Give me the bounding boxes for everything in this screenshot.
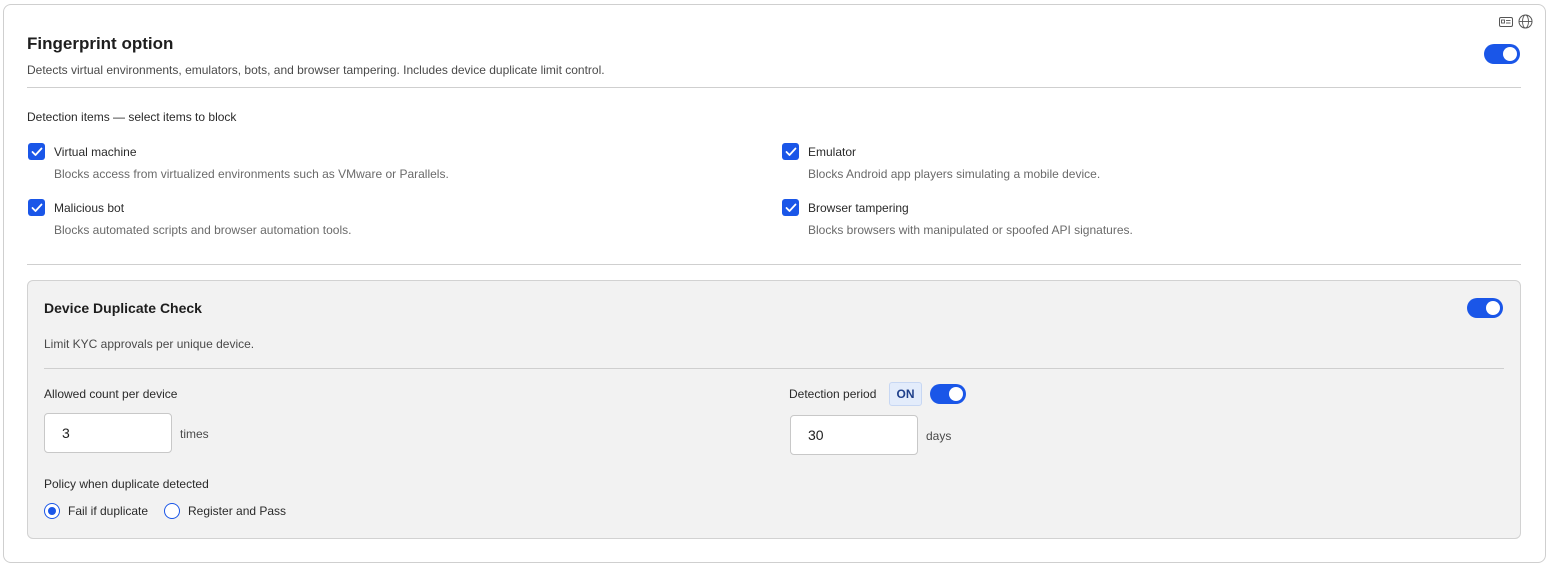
detection-divider <box>27 264 1521 265</box>
globe-icon[interactable] <box>1518 14 1533 29</box>
register-and-pass-label: Register and Pass <box>188 504 287 518</box>
detection-period-input[interactable]: 30 <box>790 415 918 455</box>
policy-option-register[interactable]: Register and Pass <box>164 503 286 519</box>
emulator-checkbox[interactable] <box>782 143 799 160</box>
duplicate-desc: Limit KYC approvals per unique device. <box>44 337 255 351</box>
duplicate-check-toggle[interactable] <box>1467 298 1503 318</box>
policy-option-fail[interactable]: Fail if duplicate <box>44 503 148 519</box>
check-icon <box>785 147 796 156</box>
register-and-pass-radio[interactable] <box>164 503 180 519</box>
malicious-bot-label: Malicious bot <box>54 201 125 215</box>
device-duplicate-panel: Device Duplicate Check Limit KYC approva… <box>27 280 1521 539</box>
duplicate-title: Device Duplicate Check <box>44 300 202 316</box>
malicious-bot-checkbox[interactable] <box>28 199 45 216</box>
fail-if-duplicate-label: Fail if duplicate <box>68 504 149 518</box>
page-subtitle: Detects virtual environments, emulators,… <box>27 63 605 77</box>
allowed-count-label: Allowed count per device <box>44 387 178 401</box>
emulator-label: Emulator <box>808 145 857 159</box>
policy-label: Policy when duplicate detected <box>44 477 209 491</box>
fingerprint-toggle[interactable] <box>1484 44 1520 64</box>
browser-tampering-checkbox[interactable] <box>782 199 799 216</box>
panel-divider <box>44 368 1504 369</box>
header-divider <box>27 87 1521 88</box>
check-icon <box>31 203 42 212</box>
detection-period-toggle[interactable] <box>930 384 966 404</box>
browser-tampering-label: Browser tampering <box>808 201 909 215</box>
virtual-machine-checkbox[interactable] <box>28 143 45 160</box>
detection-period-label: Detection period <box>789 387 877 401</box>
emulator-desc: Blocks Android app players simulating a … <box>808 167 1101 181</box>
allowed-count-input[interactable]: 3 <box>44 413 172 453</box>
detection-period-status-badge: ON <box>889 382 922 406</box>
check-icon <box>785 203 796 212</box>
virtual-machine-desc: Blocks access from virtualized environme… <box>54 167 449 181</box>
malicious-bot-desc: Blocks automated scripts and browser aut… <box>54 223 352 237</box>
corner-icons <box>1499 14 1533 29</box>
browser-tampering-desc: Blocks browsers with manipulated or spoo… <box>808 223 1133 237</box>
virtual-machine-label: Virtual machine <box>54 145 137 159</box>
page-title: Fingerprint option <box>27 34 174 53</box>
allowed-count-unit: times <box>180 427 209 441</box>
detection-period-unit: days <box>926 429 952 443</box>
check-icon <box>31 147 42 156</box>
fail-if-duplicate-radio[interactable] <box>44 503 60 519</box>
fingerprint-option-card: Fingerprint option Detects virtual envir… <box>3 4 1546 563</box>
id-card-icon[interactable] <box>1499 16 1513 28</box>
detection-items-label: Detection items — select items to block <box>27 110 237 124</box>
